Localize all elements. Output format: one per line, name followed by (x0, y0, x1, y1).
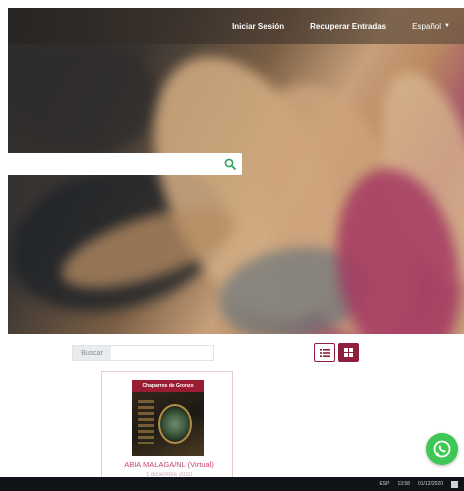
poster-banner: Chaparros de Gronzo (132, 380, 204, 392)
filter-label: Buscar (73, 346, 111, 360)
top-navbar: Iniciar Sesión Recuperar Entradas Españo… (8, 8, 464, 44)
tray-time[interactable]: 13:58 (397, 481, 410, 487)
grid-icon (344, 348, 353, 357)
list-icon (319, 348, 330, 357)
hero-search-input[interactable] (8, 153, 218, 175)
tray-date[interactable]: 01/12/2020 (418, 481, 443, 487)
grid-view-button[interactable] (338, 343, 359, 362)
search-icon[interactable] (218, 153, 242, 175)
caret-down-icon: ▼ (444, 23, 450, 29)
view-toggle (314, 343, 359, 362)
list-view-button[interactable] (314, 343, 335, 362)
event-card[interactable]: Chaparros de Gronzo ABIA MALAGA/NL (Virt… (101, 371, 233, 481)
recover-tickets-link[interactable]: Recuperar Entradas (310, 22, 386, 31)
whatsapp-icon (433, 440, 451, 458)
hero-search-bar (8, 153, 242, 175)
language-label: Español (412, 21, 442, 31)
event-filter: Buscar (72, 345, 214, 361)
event-title[interactable]: ABIA MALAGA/NL (Virtual) (110, 460, 228, 469)
filter-input[interactable] (111, 346, 213, 360)
login-link[interactable]: Iniciar Sesión (232, 22, 284, 31)
language-dropdown[interactable]: Español ▼ (412, 22, 450, 31)
event-poster: Chaparros de Gronzo (132, 380, 204, 456)
tray-language[interactable]: ESP (379, 481, 389, 487)
page: Iniciar Sesión Recuperar Entradas Españo… (0, 0, 464, 491)
notification-icon[interactable] (451, 480, 458, 488)
os-taskbar: ESP 13:58 01/12/2020 (0, 477, 464, 491)
whatsapp-button[interactable] (426, 433, 458, 465)
